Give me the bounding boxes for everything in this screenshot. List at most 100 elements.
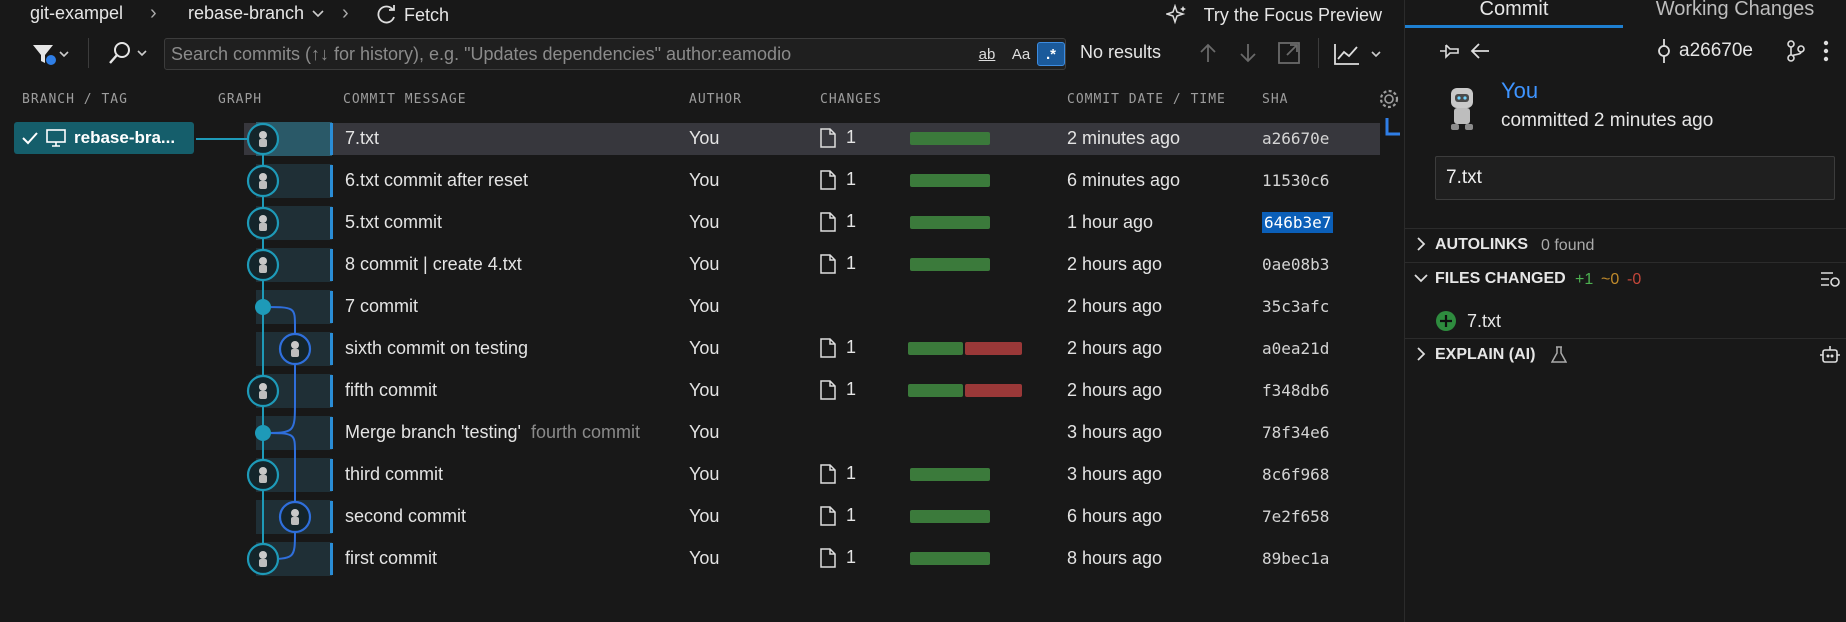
- open-in-view-button[interactable]: [1274, 38, 1304, 68]
- fetch-button[interactable]: Fetch: [376, 2, 449, 28]
- author-name[interactable]: You: [1501, 78, 1538, 104]
- autolinks-title: AUTOLINKS: [1435, 236, 1529, 253]
- minimap-toggle-button[interactable]: [1332, 40, 1388, 68]
- author-cell: You: [689, 170, 720, 190]
- check-icon: [22, 132, 38, 145]
- avatar: [1451, 88, 1473, 130]
- additions-bar: [908, 342, 963, 355]
- commit-date-cell: 1 hour ago: [1067, 212, 1154, 232]
- changed-file-item[interactable]: 7.txt: [1435, 308, 1501, 334]
- branch-tag[interactable]: rebase-bra...: [14, 122, 194, 154]
- show-in-graph-button[interactable]: [1783, 38, 1809, 64]
- gear-icon: [1379, 89, 1399, 109]
- column-header-author[interactable]: AUTHOR: [689, 92, 742, 107]
- search-box: ab Aa .*: [164, 38, 1066, 70]
- avatar-head: [259, 551, 267, 559]
- commit-date-cell: 2 minutes ago: [1067, 128, 1181, 148]
- previous-result-button[interactable]: [1194, 38, 1222, 68]
- author-cell: You: [689, 548, 720, 568]
- match-whole-word-button[interactable]: ab: [973, 42, 1001, 66]
- files-modified-count: ~0: [1601, 271, 1620, 288]
- search-icon: [109, 42, 147, 64]
- list-view-icon[interactable]: [1819, 269, 1841, 289]
- column-header-commit-message[interactable]: COMMIT MESSAGE: [343, 92, 467, 107]
- chevron-right-icon: [1417, 237, 1426, 251]
- author-cell: You: [689, 464, 720, 484]
- next-result-button[interactable]: [1234, 38, 1262, 68]
- branch-breadcrumb[interactable]: rebase-branch: [188, 3, 324, 24]
- commit-message-text: 6.txt commit after reset: [345, 170, 529, 190]
- tab-commit[interactable]: Commit: [1405, 0, 1623, 24]
- scroll-position-marker[interactable]: [1384, 118, 1400, 138]
- explain-ai-title: EXPLAIN (AI): [1435, 346, 1536, 363]
- file-icon: [820, 463, 836, 484]
- commit-message-cell: second commit: [345, 506, 466, 527]
- autolinks-section[interactable]: AUTOLINKS 0 found: [1405, 228, 1846, 260]
- back-button[interactable]: [1467, 38, 1493, 64]
- arrow-left-icon: [1470, 43, 1489, 59]
- commit-message-text: Merge branch 'testing': [345, 422, 521, 442]
- commit-date-cell: 2 hours ago: [1067, 296, 1163, 316]
- sha-cell: 35c3afc: [1262, 297, 1329, 316]
- explain-ai-section[interactable]: EXPLAIN (AI): [1405, 338, 1846, 370]
- details-sha: a26670e: [1679, 40, 1753, 61]
- merge-dot: [255, 299, 271, 315]
- commit-message-subtitle: fourth commit: [530, 422, 640, 442]
- additions-bar: [910, 174, 990, 187]
- changes-cell: 1: [820, 379, 856, 400]
- search-input[interactable]: [171, 39, 971, 69]
- search-mode-button[interactable]: [106, 40, 150, 68]
- filter-button[interactable]: [30, 42, 72, 66]
- changes-cell: 1: [820, 547, 856, 568]
- author-cell: You: [689, 338, 720, 358]
- changes-cell: 1: [820, 211, 856, 232]
- chevron-right-icon: [1417, 347, 1426, 361]
- file-icon: [820, 211, 836, 232]
- branch-tag-label: rebase-bra...: [74, 128, 176, 147]
- additions-bar: [910, 468, 990, 481]
- changes-cell: 1: [820, 463, 856, 484]
- files-changed-section[interactable]: FILES CHANGED +1 ~0 -0: [1405, 262, 1846, 294]
- robot-icon[interactable]: [1819, 345, 1841, 365]
- file-icon: [820, 505, 836, 526]
- focus-preview-label: Try the Focus Preview: [1203, 4, 1382, 25]
- match-case-button[interactable]: Aa: [1007, 42, 1035, 66]
- column-header-sha[interactable]: SHA: [1262, 92, 1288, 107]
- pin-button[interactable]: [1437, 38, 1463, 64]
- merge-dot: [255, 425, 271, 441]
- focus-preview-button[interactable]: Try the Focus Preview: [1165, 2, 1382, 28]
- author-cell: You: [689, 422, 720, 442]
- avatar-body: [259, 559, 267, 567]
- sha-value: 89bec1a: [1262, 549, 1330, 568]
- details-toolbar: a26670e: [1405, 36, 1846, 66]
- changes-cell: 1: [820, 337, 856, 358]
- changed-files-count: 1: [846, 379, 857, 399]
- search-toolbar: ab Aa .* No results: [0, 34, 1404, 74]
- commit-icon: [1658, 39, 1670, 63]
- sha-cell: 7e2f658: [1262, 507, 1329, 526]
- active-tab-indicator: [1405, 25, 1623, 28]
- commit-author: You committed 2 minutes ago: [1441, 78, 1841, 138]
- committed-time: committed 2 minutes ago: [1501, 110, 1714, 131]
- author-cell: You: [689, 296, 720, 316]
- column-header-commit-date[interactable]: COMMIT DATE / TIME: [1067, 92, 1226, 107]
- more-icon: [1823, 40, 1829, 62]
- sha-cell: 78f34e6: [1262, 423, 1329, 442]
- regex-button[interactable]: .*: [1037, 42, 1065, 66]
- tab-working-changes[interactable]: Working Changes: [1623, 0, 1846, 24]
- commit-sha-button[interactable]: a26670e: [1657, 38, 1753, 64]
- sha-cell: a0ea21d: [1262, 339, 1329, 358]
- file-icon: [820, 169, 836, 190]
- sha-cell: 11530c6: [1262, 171, 1329, 190]
- commit-message: 7.txt: [1446, 167, 1482, 188]
- fetch-label: Fetch: [404, 4, 450, 25]
- repo-breadcrumb[interactable]: git-exampel: [30, 3, 123, 24]
- files-added-count: +1: [1575, 271, 1594, 288]
- commit-message-text: sixth commit on testing: [345, 338, 529, 358]
- column-header-changes[interactable]: CHANGES: [820, 92, 882, 107]
- column-settings-button[interactable]: [1378, 88, 1400, 110]
- more-actions-button[interactable]: [1813, 38, 1839, 64]
- sha-value: 646b3e7: [1262, 212, 1334, 233]
- sha-value: 78f34e6: [1262, 423, 1330, 442]
- avatar-head: [259, 131, 267, 139]
